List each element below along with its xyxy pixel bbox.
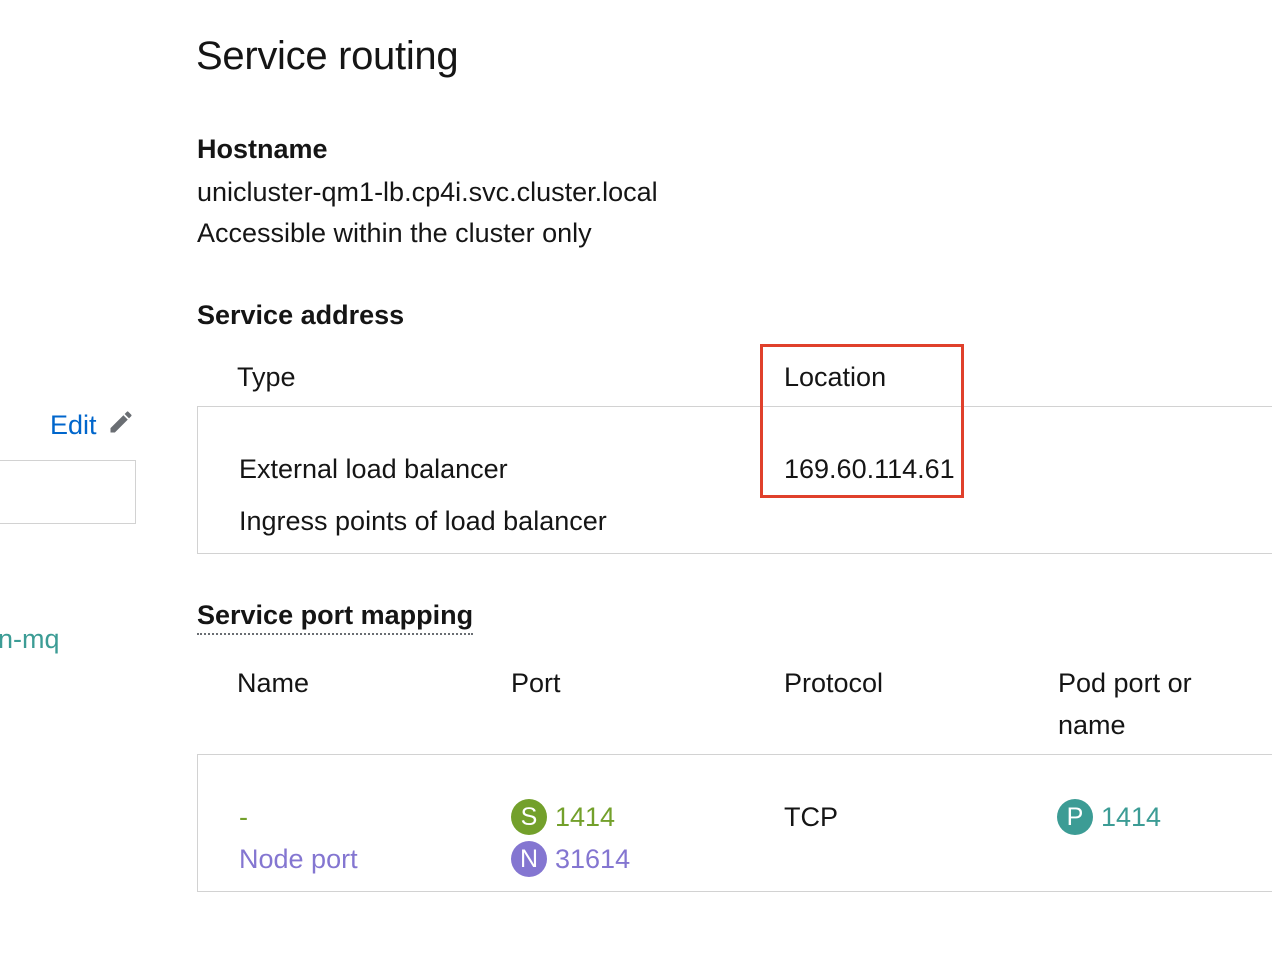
pod-port: P 1414 — [1057, 799, 1161, 835]
node-port: N 31614 — [511, 841, 630, 877]
column-header-port: Port — [511, 668, 561, 698]
protocol-cell: TCP — [784, 802, 838, 832]
hostname-heading: Hostname — [197, 134, 328, 164]
location-highlight-box — [760, 344, 964, 498]
pod-port-value: 1414 — [1101, 801, 1162, 832]
edit-button[interactable]: Edit — [50, 408, 135, 443]
service-address-heading: Service address — [197, 300, 405, 330]
column-header-type: Type — [237, 362, 296, 392]
column-header-name: Name — [237, 668, 310, 698]
node-port-label: Node port — [239, 844, 358, 874]
pencil-icon — [107, 408, 135, 443]
hostname-value: unicluster-qm1-lb.cp4i.svc.cluster.local — [197, 177, 658, 207]
column-header-protocol: Protocol — [784, 668, 884, 698]
node-port-value: 31614 — [555, 843, 631, 874]
sidebar-field-box — [0, 460, 136, 524]
column-header-pod-port: Pod port or — [1058, 668, 1192, 698]
node-port-badge-icon: N — [511, 841, 547, 877]
port-mapping-heading[interactable]: Service port mapping — [197, 600, 474, 635]
address-type-cell: Ingress points of load balancer — [239, 506, 607, 536]
address-type-cell: External load balancer — [239, 454, 508, 484]
port-name-cell: - — [239, 802, 248, 832]
page-title: Service routing — [196, 34, 459, 78]
hostname-note: Accessible within the cluster only — [197, 218, 592, 248]
service-port-badge-icon: S — [511, 799, 547, 835]
pod-port-badge-icon: P — [1057, 799, 1093, 835]
column-header-pod-port-line2: name — [1058, 710, 1126, 740]
service-port-value: 1414 — [555, 801, 616, 832]
edit-label: Edit — [50, 410, 97, 440]
sidebar-link[interactable]: n-mq — [0, 624, 60, 655]
service-port: S 1414 — [511, 799, 615, 835]
